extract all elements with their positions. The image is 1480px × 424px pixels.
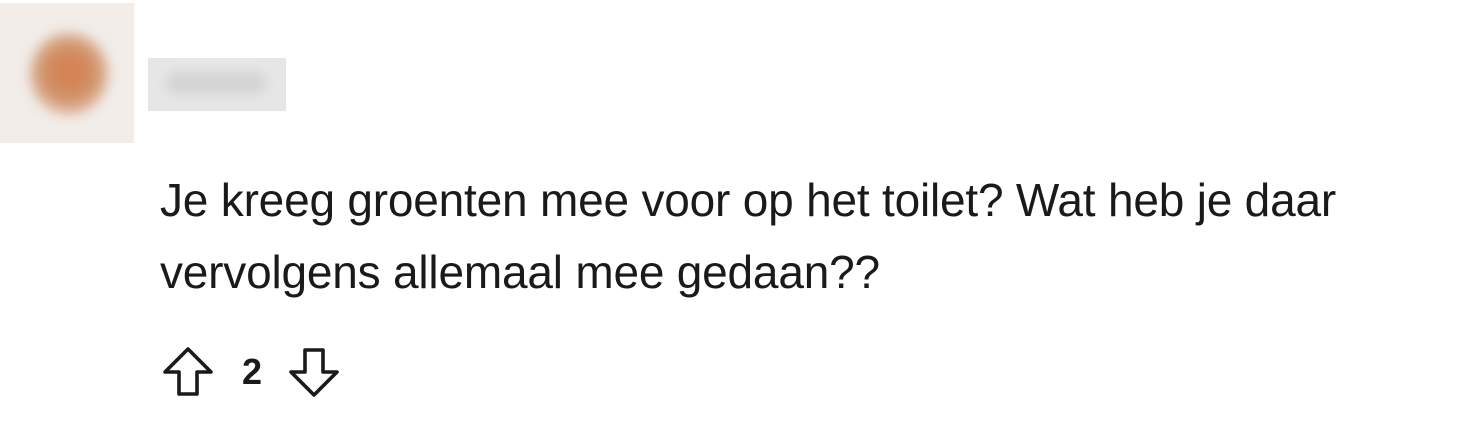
arrow-up-outline-icon (163, 347, 213, 396)
comment-text-line-2: vervolgens allemaal mee gedaan?? (160, 246, 880, 298)
arrow-down-outline-icon (289, 348, 339, 397)
username-redacted[interactable] (148, 58, 286, 111)
comment: Je kreeg groenten mee voor op het toilet… (0, 0, 1480, 424)
vote-score: 2 (242, 351, 263, 392)
avatar[interactable] (0, 3, 134, 143)
avatar-image (30, 33, 108, 115)
downvote-button[interactable] (286, 342, 342, 402)
username-label (166, 72, 266, 94)
upvote-button[interactable] (160, 342, 216, 402)
vote-bar: 2 (160, 342, 342, 402)
comment-text: Je kreeg groenten mee voor op het toilet… (160, 164, 1476, 308)
comment-text-line-1: Je kreeg groenten mee voor op het toilet… (160, 174, 1336, 226)
